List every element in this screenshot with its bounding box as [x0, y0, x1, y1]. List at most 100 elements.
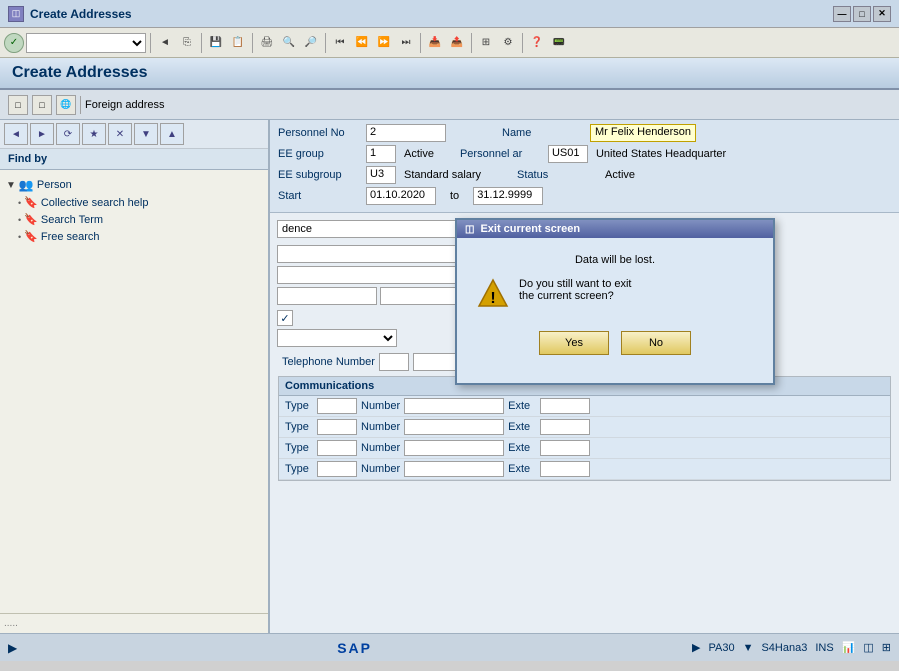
personnel-ar-text: United States Headquarter: [596, 148, 726, 160]
page-title: Create Addresses: [12, 64, 887, 82]
more-btn[interactable]: 📟: [549, 33, 569, 53]
settings-btn[interactable]: ⚙: [498, 33, 518, 53]
sub-btn-2[interactable]: □: [32, 95, 52, 115]
window-title: Create Addresses: [30, 7, 833, 21]
collective-search-icon: 🔖: [24, 196, 38, 209]
personnel-no-label: Personnel No: [278, 127, 358, 139]
ee-group-value: 1: [366, 145, 396, 163]
dialog-no-button[interactable]: No: [621, 331, 691, 355]
nav-back[interactable]: ◄: [4, 123, 28, 145]
find-next-btn[interactable]: 🔎: [301, 33, 321, 53]
tree-free-search[interactable]: • 🔖 Free search: [6, 228, 262, 245]
maximize-button[interactable]: □: [853, 6, 871, 22]
shortcut-btn[interactable]: 📋: [228, 33, 248, 53]
toolbar-separator-2: [201, 33, 202, 53]
find-by-label: Find by: [8, 153, 47, 165]
minimize-button[interactable]: —: [833, 6, 851, 22]
nav-fwd[interactable]: ►: [30, 123, 54, 145]
small-dropdown[interactable]: [277, 329, 397, 347]
left-panel-status: .....: [0, 613, 268, 633]
local-btn[interactable]: 📥: [425, 33, 445, 53]
next-btn[interactable]: ⏩: [374, 33, 394, 53]
status-left: ▶: [8, 641, 17, 655]
comm-type-3[interactable]: [317, 440, 357, 456]
last-btn[interactable]: ⏭: [396, 33, 416, 53]
find-by-bar: Find by: [0, 149, 268, 170]
nav-expand[interactable]: ▲: [160, 123, 184, 145]
nav-favorite[interactable]: ★: [82, 123, 106, 145]
comm-type-2[interactable]: [317, 419, 357, 435]
first-btn[interactable]: ⏮: [330, 33, 350, 53]
tree-collective-search[interactable]: • 🔖 Collective search help: [6, 194, 262, 211]
end-value: 31.12.9999: [473, 187, 543, 205]
save-btn[interactable]: 💾: [206, 33, 226, 53]
comm-type-4[interactable]: [317, 461, 357, 477]
transaction-select[interactable]: [26, 33, 146, 53]
address-type-select[interactable]: dence: [277, 220, 477, 238]
comm-type-label-1: Type: [285, 400, 313, 412]
title-bar: ◫ Create Addresses — □ ✕: [0, 0, 899, 28]
help-btn[interactable]: ❓: [527, 33, 547, 53]
free-search-label: Free search: [41, 231, 100, 243]
fwd-btn[interactable]: ⎘: [177, 33, 197, 53]
find-btn[interactable]: 🔍: [279, 33, 299, 53]
status-chart-icon[interactable]: 📊: [842, 641, 856, 654]
toolbar-separator-4: [325, 33, 326, 53]
layout-btn[interactable]: ⊞: [476, 33, 496, 53]
comm-exte-label-2: Exte: [508, 421, 536, 433]
tree-person-label: Person: [37, 179, 72, 191]
comm-exte-1[interactable]: [540, 398, 590, 414]
sub-tb-sep: [80, 96, 81, 114]
comm-exte-label-4: Exte: [508, 463, 536, 475]
content-area: ◄ ► ⟳ ★ ✕ ▼ ▲ Find by ▼ 👥 Person • 🔖 Col…: [0, 120, 899, 633]
toolbar-separator-1: [150, 33, 151, 53]
person-folder-icon: 👥: [19, 178, 34, 192]
search-term-label: Search Term: [41, 214, 103, 226]
comm-number-3[interactable]: [404, 440, 504, 456]
addr-input-3a[interactable]: [277, 287, 377, 305]
confirm-button[interactable]: ✓: [4, 33, 24, 53]
tree-person[interactable]: ▼ 👥 Person: [6, 176, 262, 194]
status-bar: ▶ SAP ▶ PA30 ▼ S4Hana3 INS 📊 ◫ ⊞: [0, 633, 899, 661]
status-grid-icon[interactable]: ⊞: [882, 641, 891, 654]
comm-number-4[interactable]: [404, 461, 504, 477]
comm-number-2[interactable]: [404, 419, 504, 435]
comm-number-label-3: Number: [361, 442, 400, 454]
name-label: Name: [502, 127, 582, 139]
toolbar-separator-6: [471, 33, 472, 53]
nav-refresh[interactable]: ⟳: [56, 123, 80, 145]
comm-type-1[interactable]: [317, 398, 357, 414]
nav-dropdown[interactable]: ▼: [134, 123, 158, 145]
comm-row-2: Type Number Exte: [279, 417, 890, 438]
comm-row-3: Type Number Exte: [279, 438, 890, 459]
upload-btn[interactable]: 📤: [447, 33, 467, 53]
comm-row-1: Type Number Exte: [279, 396, 890, 417]
nav-close[interactable]: ✕: [108, 123, 132, 145]
dialog-yes-button[interactable]: Yes: [539, 331, 609, 355]
comm-exte-2[interactable]: [540, 419, 590, 435]
sub-btn-1[interactable]: □: [8, 95, 28, 115]
close-button[interactable]: ✕: [873, 6, 891, 22]
toolbar-separator-3: [252, 33, 253, 53]
search-term-icon: 🔖: [24, 213, 38, 226]
comm-exte-4[interactable]: [540, 461, 590, 477]
fields-row-1: Personnel No 2 Name Mr Felix Henderson: [278, 124, 891, 142]
comm-number-1[interactable]: [404, 398, 504, 414]
comm-exte-label-1: Exte: [508, 400, 536, 412]
tree-search-term[interactable]: • 🔖 Search Term: [6, 211, 262, 228]
fields-row-2: EE group 1 Active Personnel ar US01 Unit…: [278, 145, 891, 163]
status-window-icon[interactable]: ◫: [863, 641, 873, 654]
comm-number-label-1: Number: [361, 400, 400, 412]
tree-area: ▼ 👥 Person • 🔖 Collective search help • …: [0, 170, 268, 613]
start-label: Start: [278, 190, 358, 202]
sub-btn-3[interactable]: 🌐: [56, 95, 76, 115]
print-btn[interactable]: 🖨: [257, 33, 277, 53]
tree-expand-icon: ▼: [6, 180, 16, 191]
back-btn[interactable]: ◄: [155, 33, 175, 53]
checkbox-field[interactable]: ✓: [277, 310, 293, 326]
prev-btn[interactable]: ⏪: [352, 33, 372, 53]
comm-number-label-4: Number: [361, 463, 400, 475]
comm-exte-3[interactable]: [540, 440, 590, 456]
toolbar-separator-7: [522, 33, 523, 53]
tel-ext1[interactable]: [379, 353, 409, 371]
